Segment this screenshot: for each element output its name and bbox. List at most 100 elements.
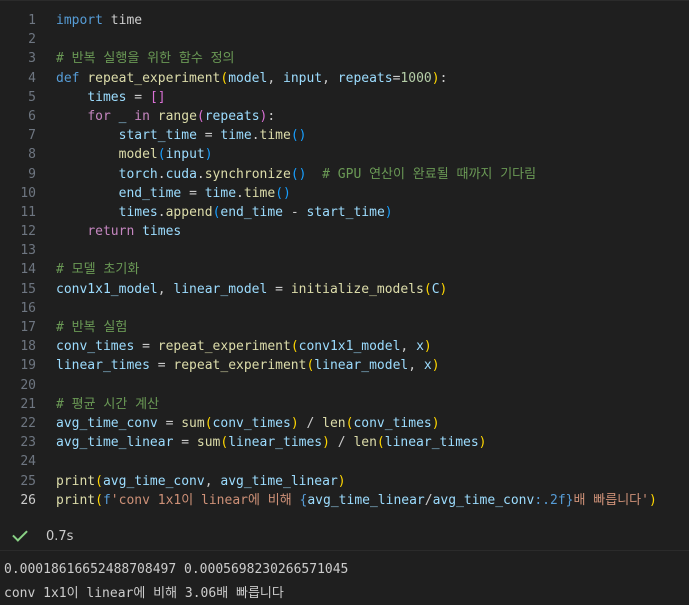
code-line[interactable]: 13 bbox=[0, 241, 689, 260]
line-number: 21 bbox=[20, 396, 36, 412]
code-token: input bbox=[283, 70, 323, 86]
line-number: 24 bbox=[20, 454, 36, 470]
line-number: 3 bbox=[28, 51, 36, 67]
code-token: ) bbox=[384, 204, 393, 220]
code-line[interactable]: 3 # 반복 실행을 위한 함수 정의 bbox=[0, 49, 689, 68]
code-line[interactable]: 7 start_time = time.time() bbox=[0, 126, 689, 145]
code-line[interactable]: 20 bbox=[0, 376, 689, 395]
code-line[interactable]: 22 avg_time_conv = sum(conv_times) / len(… bbox=[0, 414, 689, 433]
code-token: ) bbox=[431, 358, 440, 374]
code-token: f bbox=[102, 492, 111, 508]
code-line[interactable]: 11 times.append(end_time - start_time) bbox=[0, 203, 689, 222]
code-token: = bbox=[196, 128, 221, 144]
line-number: 1 bbox=[28, 13, 36, 28]
code-token: for bbox=[87, 108, 111, 124]
code-line[interactable]: 24 bbox=[0, 452, 689, 471]
code-token: print bbox=[56, 492, 96, 508]
line-number: 5 bbox=[28, 89, 36, 105]
code-token: ( bbox=[196, 108, 205, 124]
code-token: = bbox=[149, 358, 174, 374]
code-line[interactable]: 21 # 평균 시간 계산 bbox=[0, 395, 689, 414]
code-line[interactable]: 25 print(avg_time_conv, avg_time_linear) bbox=[0, 472, 689, 491]
line-number: 4 bbox=[28, 70, 36, 86]
code-line[interactable]: 12 return times bbox=[0, 222, 689, 241]
code-token: 1000 bbox=[400, 70, 432, 86]
code-token: / bbox=[298, 415, 323, 431]
code-token: model bbox=[118, 147, 158, 163]
code-token: ) bbox=[439, 281, 448, 297]
code-line[interactable]: 10 end_time = time.time() bbox=[0, 184, 689, 203]
line-number: 8 bbox=[28, 147, 36, 163]
code-token: repeat_experiment bbox=[173, 358, 307, 374]
code-lines[interactable]: 1 import time 2 3 # 반복 실행을 위한 함수 정의 4 def repe… bbox=[0, 11, 689, 510]
code-token: start_time bbox=[118, 128, 197, 144]
code-line[interactable]: 8 model(input) bbox=[0, 145, 689, 164]
code-token: ) bbox=[431, 70, 440, 86]
code-token: = bbox=[126, 89, 150, 105]
code-token: - bbox=[283, 204, 307, 220]
code-token: = bbox=[267, 281, 291, 297]
line-source: def repeat_experiment(model, input, repe… bbox=[56, 69, 447, 88]
code-line[interactable]: 1 import time bbox=[0, 11, 689, 30]
code-token: ) bbox=[648, 492, 657, 508]
line-number: 6 bbox=[28, 108, 36, 124]
code-token: start_time bbox=[306, 204, 385, 220]
code-cell-editor[interactable]: 1 import time 2 3 # 반복 실행을 위한 함수 정의 4 def repe… bbox=[0, 0, 689, 523]
code-token: linear_times bbox=[56, 358, 150, 374]
code-line[interactable]: 15 conv1x1_model, linear_model = initiali… bbox=[0, 280, 689, 299]
code-token: # 반복 실험 bbox=[56, 320, 128, 335]
code-token: () bbox=[290, 166, 307, 182]
code-token: x bbox=[416, 339, 424, 355]
code-token: = bbox=[157, 415, 182, 431]
code-line[interactable]: 4 def repeat_experiment(model, input, rep… bbox=[0, 69, 689, 88]
code-token: range bbox=[157, 108, 197, 124]
code-token: repeats bbox=[204, 108, 260, 124]
line-source: print(f'conv 1x1이 linear에 비해 {avg_time_l… bbox=[56, 491, 657, 510]
code-line[interactable]: 26 print(f'conv 1x1이 linear에 비해 {avg_time… bbox=[0, 491, 689, 510]
code-token: , bbox=[408, 358, 424, 374]
code-line[interactable]: 17 # 반복 실험 bbox=[0, 318, 689, 337]
line-source: avg_time_linear = sum(linear_times) / le… bbox=[56, 433, 487, 452]
code-line[interactable]: 6 for _ in range(repeats): bbox=[0, 107, 689, 126]
code-token: time bbox=[259, 128, 291, 144]
line-number: 14 bbox=[20, 262, 36, 278]
code-token: . bbox=[251, 128, 260, 144]
code-token: conv1x1_model bbox=[298, 339, 401, 355]
code-token: ) bbox=[290, 415, 299, 431]
line-source: print(avg_time_conv, avg_time_linear) bbox=[56, 472, 346, 491]
code-token: # 반복 실행을 위한 함수 정의 bbox=[56, 51, 235, 67]
execution-time: 0.7s bbox=[46, 528, 74, 544]
line-source: end_time = time.time() bbox=[56, 184, 291, 203]
code-line[interactable]: 5 times = [] bbox=[0, 88, 689, 107]
code-token: in bbox=[134, 108, 150, 124]
code-token: : bbox=[439, 70, 448, 86]
code-token: sum bbox=[196, 435, 221, 451]
code-token: model bbox=[228, 70, 268, 86]
code-token: ( bbox=[95, 492, 103, 508]
code-line[interactable]: 2 bbox=[0, 30, 689, 49]
code-line[interactable]: 16 bbox=[0, 299, 689, 318]
line-number: 19 bbox=[20, 358, 36, 374]
code-token: repeat_experiment bbox=[157, 339, 291, 355]
code-line[interactable]: 9 torch.cuda.synchronize() # GPU 연산이 완료될… bbox=[0, 165, 689, 184]
line-source: times.append(end_time - start_time) bbox=[56, 203, 393, 222]
line-number: 13 bbox=[20, 243, 36, 259]
output-line-1: 0.00018616652488708497 0.000569823026657… bbox=[4, 562, 349, 577]
code-line[interactable]: 19 linear_times = repeat_experiment(linea… bbox=[0, 356, 689, 375]
code-line[interactable]: 23 avg_time_linear = sum(linear_times) / … bbox=[0, 433, 689, 452]
line-number: 26 bbox=[20, 492, 36, 508]
code-token: ) bbox=[337, 473, 346, 489]
line-number: 20 bbox=[20, 377, 36, 393]
code-line[interactable]: 18 conv_times = repeat_experiment(conv1x1… bbox=[0, 337, 689, 356]
line-number: 16 bbox=[20, 300, 36, 316]
line-source: times = [] bbox=[56, 88, 165, 107]
code-token: :.2f} bbox=[534, 492, 574, 508]
code-token: ) bbox=[204, 147, 213, 163]
code-line[interactable]: 14 # 모델 초기화 bbox=[0, 260, 689, 279]
code-token: time bbox=[204, 185, 237, 201]
code-token: times bbox=[87, 89, 127, 105]
code-token: , bbox=[267, 70, 283, 86]
line-number: 10 bbox=[20, 185, 36, 201]
